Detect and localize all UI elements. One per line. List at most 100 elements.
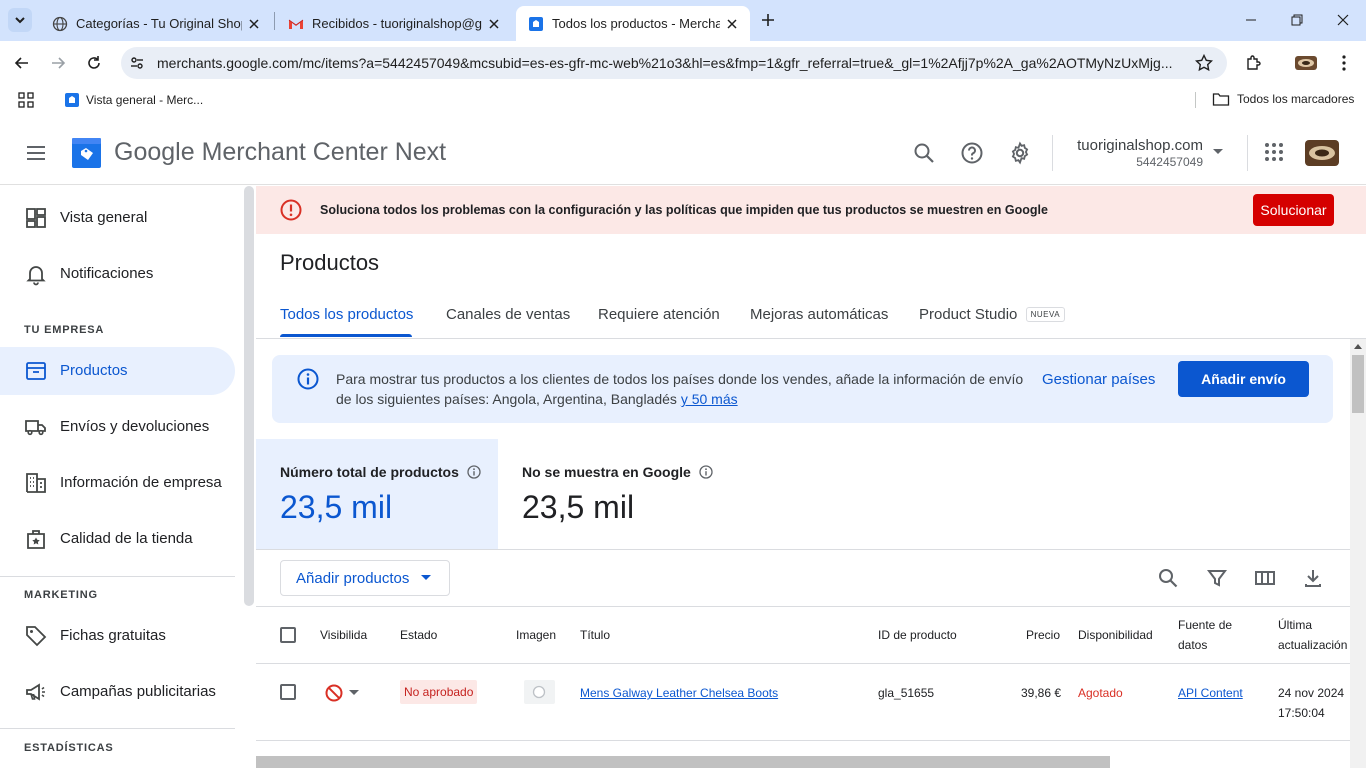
profile-avatar[interactable] [1292, 49, 1320, 77]
header-availability[interactable]: Disponibilidad [1078, 628, 1153, 642]
site-settings-icon[interactable] [129, 55, 145, 71]
caret-down-icon [349, 690, 359, 695]
address-bar[interactable]: merchants.google.com/mc/items?a=54424570… [121, 47, 1227, 79]
new-tab-button[interactable] [756, 8, 780, 32]
gear-icon [1011, 141, 1029, 165]
help-button[interactable] [960, 141, 984, 165]
visibility-toggle[interactable] [325, 684, 359, 702]
header-status[interactable]: Estado [400, 628, 437, 642]
header-source-line2: datos [1178, 638, 1208, 652]
sidebar-item-calidad-tienda[interactable]: Calidad de la tienda [0, 515, 235, 563]
tab-requiere-atencion[interactable]: Requiere atención [598, 306, 720, 323]
shipping-info-banner: Para mostrar tus productos a los cliente… [272, 355, 1333, 423]
last-updated-time: 17:50:04 [1278, 706, 1325, 720]
header-price[interactable]: Precio [1026, 628, 1060, 642]
sidebar-item-vista-general[interactable]: Vista general [0, 194, 235, 242]
forward-button[interactable] [44, 49, 72, 77]
product-availability: Agotado [1078, 686, 1123, 700]
sidebar-item-campanas[interactable]: Campañas publicitarias [0, 668, 235, 716]
bookmark-vista-general[interactable]: Vista general - Merc... [64, 92, 203, 108]
all-bookmarks-button[interactable]: Todos los marcadores [1212, 91, 1354, 107]
tab-product-studio[interactable]: Product Studio NUEVA [919, 306, 1066, 323]
product-title-link[interactable]: Mens Galway Leather Chelsea Boots [580, 686, 778, 700]
header-title[interactable]: Título [580, 628, 610, 642]
data-source-link[interactable]: API Content [1178, 686, 1243, 700]
stat-card-not-shown[interactable]: No se muestra en Google 23,5 mil [498, 439, 758, 549]
google-apps-button[interactable] [1263, 141, 1285, 163]
manage-countries-link[interactable]: Gestionar países [1042, 371, 1155, 388]
tab-canales-ventas[interactable]: Canales de ventas [446, 306, 570, 323]
apps-grid-icon[interactable] [18, 92, 34, 108]
table-search-button[interactable] [1157, 567, 1179, 589]
horizontal-scrollbar-thumb[interactable] [256, 756, 1110, 768]
restore-button[interactable] [1274, 4, 1320, 36]
tab-mejoras-automaticas[interactable]: Mejoras automáticas [750, 306, 888, 323]
stat-card-total[interactable]: Número total de productos 23,5 mil [256, 439, 498, 549]
sidebar-item-envios[interactable]: Envíos y devoluciones [0, 403, 235, 451]
select-all-checkbox[interactable] [280, 627, 296, 643]
header-source-line1[interactable]: Fuente de [1178, 618, 1232, 632]
add-shipping-button[interactable]: Añadir envío [1178, 361, 1309, 397]
add-products-label: Añadir productos [296, 569, 410, 587]
sidebar-item-label: Calidad de la tienda [60, 530, 193, 547]
download-button[interactable] [1302, 567, 1324, 589]
account-switcher[interactable]: tuoriginalshop.com 5442457049 [1064, 135, 1240, 171]
close-icon[interactable] [720, 12, 744, 36]
header-divider [1052, 135, 1053, 171]
more-countries-link[interactable]: y 50 más [681, 391, 738, 407]
sidebar-item-label: Notificaciones [60, 265, 154, 282]
minimize-button[interactable] [1228, 4, 1274, 36]
close-icon[interactable] [482, 12, 506, 36]
reload-icon [88, 56, 100, 69]
search-icon [1159, 569, 1178, 588]
sidebar-section-title: ESTADÍSTICAS [24, 742, 114, 754]
tab-todos-productos[interactable]: Todos los productos [280, 306, 413, 323]
tag-icon [26, 626, 47, 647]
close-icon[interactable] [242, 12, 266, 36]
star-icon[interactable] [1195, 54, 1213, 72]
row-checkbox[interactable] [280, 684, 296, 700]
main-menu-button[interactable] [24, 141, 48, 165]
products-icon [26, 362, 46, 380]
hamburger-icon [27, 146, 45, 160]
table-row[interactable]: No aprobado Mens Galway Leather Chelsea … [256, 664, 1350, 740]
close-window-button[interactable] [1320, 4, 1366, 36]
browser-tab-gmail[interactable]: Recibidos - tuoriginalshop@gmail.com [276, 6, 512, 41]
tab-search-button[interactable] [8, 8, 32, 32]
vertical-scrollbar[interactable] [1350, 339, 1366, 768]
truck-icon [25, 420, 46, 436]
folder-icon [1212, 93, 1230, 106]
extensions-button[interactable] [1240, 49, 1268, 77]
sidebar-item-notificaciones[interactable]: Notificaciones [0, 250, 235, 298]
sidebar-item-fichas-gratuitas[interactable]: Fichas gratuitas [0, 612, 235, 660]
help-icon [961, 142, 983, 164]
sidebar-scrollbar-thumb[interactable] [244, 186, 254, 606]
close-icon [1337, 14, 1349, 26]
scroll-up-icon[interactable] [1354, 343, 1362, 349]
columns-button[interactable] [1254, 567, 1276, 589]
header-visibility[interactable]: Visibilida [320, 628, 368, 642]
reload-button[interactable] [80, 49, 108, 77]
sidebar-item-label: Productos [60, 362, 128, 379]
sidebar-item-productos[interactable]: Productos [0, 347, 235, 395]
sidebar-divider [0, 576, 235, 577]
merchant-center-logo-icon [72, 138, 101, 168]
sidebar-item-informacion-empresa[interactable]: Información de empresa [0, 459, 235, 507]
fix-issues-button[interactable]: Solucionar [1253, 194, 1334, 226]
add-products-button[interactable]: Añadir productos [280, 560, 450, 596]
product-image-placeholder[interactable] [524, 680, 555, 704]
header-updated-line1[interactable]: Última [1278, 618, 1312, 632]
search-button[interactable] [912, 141, 936, 165]
user-avatar[interactable] [1305, 140, 1339, 166]
bell-icon [26, 266, 46, 286]
filter-button[interactable] [1206, 567, 1228, 589]
settings-button[interactable] [1008, 141, 1032, 165]
header-product-id[interactable]: ID de producto [878, 628, 957, 642]
browser-menu-button[interactable] [1330, 49, 1358, 77]
browser-tab-categorias[interactable]: Categorías - Tu Original Shop [40, 6, 272, 41]
browser-tab-merchant[interactable]: Todos los productos - Merchant Center [516, 6, 750, 41]
scrollbar-thumb[interactable] [1352, 355, 1364, 413]
page-title: Productos [280, 250, 380, 275]
back-button[interactable] [8, 49, 36, 77]
bookmark-label: Todos los marcadores [1237, 92, 1355, 106]
